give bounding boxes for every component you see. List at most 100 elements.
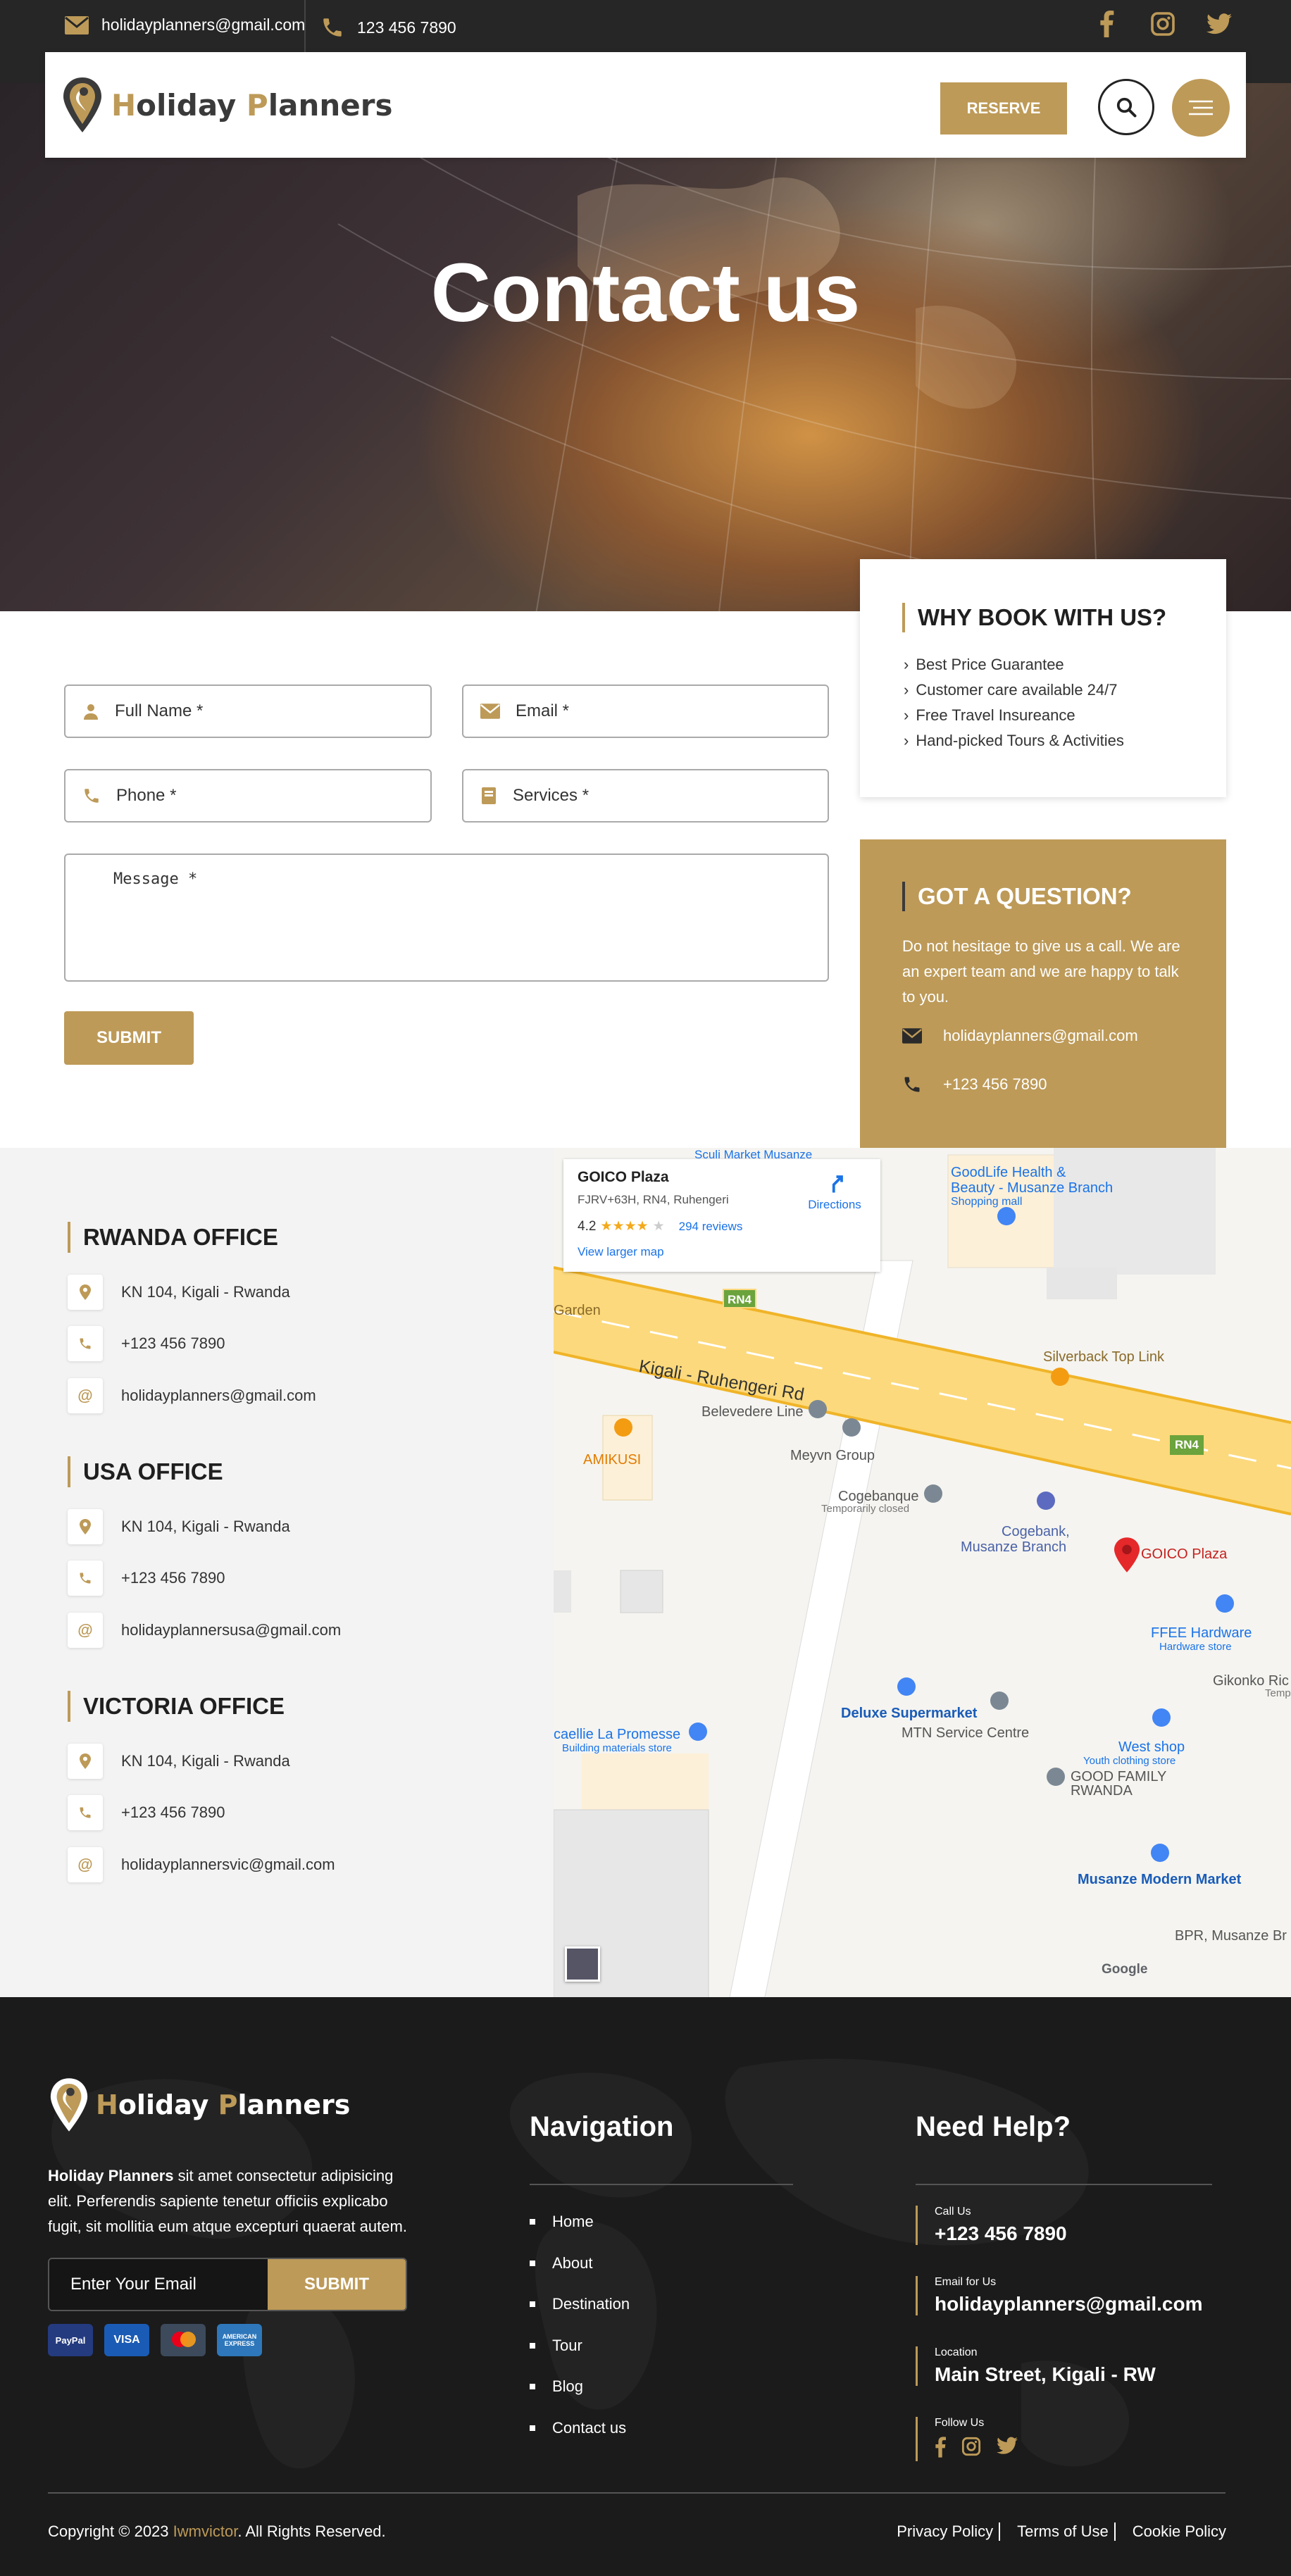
- chevron-right-icon: ›: [904, 732, 909, 749]
- cookie-policy-link[interactable]: Cookie Policy: [1127, 2522, 1232, 2541]
- envelope-icon: [65, 15, 89, 35]
- question-email[interactable]: holidayplanners@gmail.com: [902, 1027, 1138, 1045]
- newsletter-email-input[interactable]: Enter Your Email: [49, 2259, 268, 2310]
- logo-pin-icon: [63, 77, 101, 132]
- terms-link[interactable]: Terms of Use: [1011, 2522, 1114, 2541]
- hardware-pin-icon[interactable]: [1216, 1594, 1234, 1613]
- question-title: GOT A QUESTION?: [902, 882, 1132, 911]
- rating-stars: ★★★★: [600, 1219, 649, 1234]
- services-field[interactable]: Services *: [462, 769, 829, 823]
- footer-nav-about[interactable]: About: [530, 2243, 630, 2284]
- footer-call[interactable]: Call Us +123 456 7890: [916, 2206, 1067, 2245]
- topbar-email[interactable]: holidayplanners@gmail.com: [65, 15, 305, 35]
- grocery-pin-icon[interactable]: [897, 1677, 916, 1696]
- rating-star-empty: ★: [652, 1219, 665, 1234]
- map-pin-icon[interactable]: [1114, 1537, 1140, 1577]
- restaurant-pin-icon[interactable]: [1051, 1368, 1069, 1386]
- map-larger-link[interactable]: View larger map: [578, 1245, 664, 1259]
- footer-nav-tour[interactable]: Tour: [530, 2325, 630, 2367]
- map-label-mtn: MTN Service Centre: [902, 1725, 1030, 1741]
- restaurant-pin-icon[interactable]: [614, 1418, 632, 1437]
- footer-nav-destination[interactable]: Destination: [530, 2284, 630, 2325]
- privacy-policy-link[interactable]: Privacy Policy: [891, 2522, 999, 2541]
- why-book-item: › Best Price Guarantee: [904, 652, 1124, 677]
- menu-icon: [1189, 100, 1213, 115]
- amex-icon: AMERICAN EXPRESS: [217, 2324, 262, 2356]
- place-pin-icon[interactable]: [1047, 1768, 1065, 1786]
- twitter-icon[interactable]: [1206, 11, 1232, 37]
- site-header: Holiday Planners RESERVE: [45, 52, 1246, 158]
- place-pin-icon[interactable]: [809, 1400, 827, 1418]
- facebook-icon[interactable]: [935, 2437, 946, 2461]
- office-address: KN 104, Kigali - Rwanda: [68, 1744, 290, 1779]
- directions-icon: [832, 1175, 843, 1193]
- full-name-field[interactable]: Full Name *: [64, 684, 432, 738]
- reserve-button[interactable]: RESERVE: [940, 82, 1067, 135]
- question-text: Do not hesitage to give us a call. We ar…: [902, 937, 1180, 1006]
- google-map[interactable]: GOICO Plaza FJRV+63H, RN4, Ruhengeri 4.2…: [554, 1148, 1291, 1997]
- footer-logo[interactable]: Holiday Planners: [48, 2075, 350, 2135]
- map-label-goodlife: GoodLife Health &: [951, 1165, 1066, 1180]
- footer-nav-blog[interactable]: Blog: [530, 2366, 630, 2408]
- office-email[interactable]: @ holidayplanners@gmail.com: [68, 1378, 316, 1413]
- map-layer-toggle[interactable]: [565, 1946, 600, 1982]
- message-field[interactable]: Message *: [64, 854, 829, 982]
- topbar-social: [1094, 11, 1232, 37]
- shopping-pin-icon[interactable]: [1152, 1708, 1171, 1727]
- office-email[interactable]: @ holidayplannersvic@gmail.com: [68, 1847, 335, 1882]
- place-pin-icon[interactable]: [990, 1692, 1009, 1710]
- map-rating: 4.2 ★★★★ ★ 294 reviews: [578, 1218, 743, 1234]
- instagram-icon[interactable]: [1150, 11, 1175, 37]
- store-pin-icon[interactable]: [689, 1722, 707, 1741]
- why-book-list: › Best Price Guarantee › Customer care ava…: [904, 652, 1124, 754]
- topbar-phone[interactable]: 123 456 7890: [320, 15, 456, 39]
- bank-pin-icon[interactable]: [924, 1484, 942, 1503]
- map-label-cogebank-2: Musanze Branch: [961, 1539, 1067, 1555]
- phone-field[interactable]: Phone *: [64, 769, 432, 823]
- twitter-icon[interactable]: [997, 2437, 1018, 2461]
- submit-button[interactable]: SUBMIT: [64, 1011, 194, 1065]
- map-roads: [554, 1148, 1291, 1997]
- office-phone[interactable]: +123 456 7890: [68, 1561, 225, 1596]
- bank-pin-icon[interactable]: [1037, 1492, 1055, 1510]
- phone-icon: [323, 18, 342, 37]
- map-label-ffee: FFEE Hardware: [1151, 1625, 1252, 1641]
- location-pin-icon: [68, 1509, 103, 1544]
- office-email[interactable]: @ holidayplannersusa@gmail.com: [68, 1613, 341, 1648]
- menu-button[interactable]: [1172, 79, 1230, 137]
- market-pin-icon[interactable]: [1151, 1844, 1169, 1862]
- chevron-right-icon: ›: [904, 706, 909, 724]
- office-address: KN 104, Kigali - Rwanda: [68, 1509, 290, 1544]
- shopping-pin-icon[interactable]: [997, 1207, 1016, 1225]
- at-icon: @: [68, 1378, 103, 1413]
- map-place-name: GOICO Plaza: [578, 1169, 669, 1185]
- search-button[interactable]: [1098, 79, 1154, 135]
- place-pin-icon[interactable]: [842, 1418, 861, 1437]
- footer-nav-home[interactable]: Home: [530, 2201, 630, 2243]
- map-reviews-link[interactable]: 294 reviews: [679, 1220, 743, 1234]
- newsletter-submit-button[interactable]: SUBMIT: [268, 2259, 406, 2310]
- instagram-icon[interactable]: [961, 2437, 981, 2461]
- footer-location: Location Main Street, Kigali - RW: [916, 2346, 1156, 2386]
- footer-nav-contact[interactable]: Contact us: [530, 2408, 630, 2449]
- email-field[interactable]: Email *: [462, 684, 829, 738]
- map-label-goodlife-2: Beauty - Musanze Branch: [951, 1180, 1114, 1196]
- chevron-right-icon: ›: [904, 681, 909, 699]
- location-pin-icon: [68, 1744, 103, 1779]
- site-logo[interactable]: Holiday Planners: [61, 75, 392, 135]
- question-phone[interactable]: +123 456 7890: [902, 1075, 1047, 1094]
- at-icon: @: [68, 1847, 103, 1882]
- map-directions-button[interactable]: Directions: [803, 1173, 866, 1212]
- footer-nav-title: Navigation: [530, 2111, 674, 2142]
- office-phone[interactable]: +123 456 7890: [68, 1326, 225, 1361]
- why-book-title: WHY BOOK WITH US?: [902, 603, 1166, 632]
- site-footer: Holiday Planners Holiday Planners sit am…: [0, 1997, 1291, 2576]
- mastercard-icon: [161, 2324, 206, 2356]
- office-phone[interactable]: +123 456 7890: [68, 1795, 225, 1830]
- author-link[interactable]: Iwmvictor: [173, 2522, 238, 2540]
- footer-logo-text: Holiday Planners: [96, 2089, 351, 2120]
- footer-email[interactable]: Email for Us holidayplanners@gmail.com: [916, 2276, 1203, 2315]
- facebook-icon[interactable]: [1094, 11, 1119, 37]
- topbar-divider: [304, 0, 306, 52]
- google-logo: Google: [1102, 1962, 1148, 1977]
